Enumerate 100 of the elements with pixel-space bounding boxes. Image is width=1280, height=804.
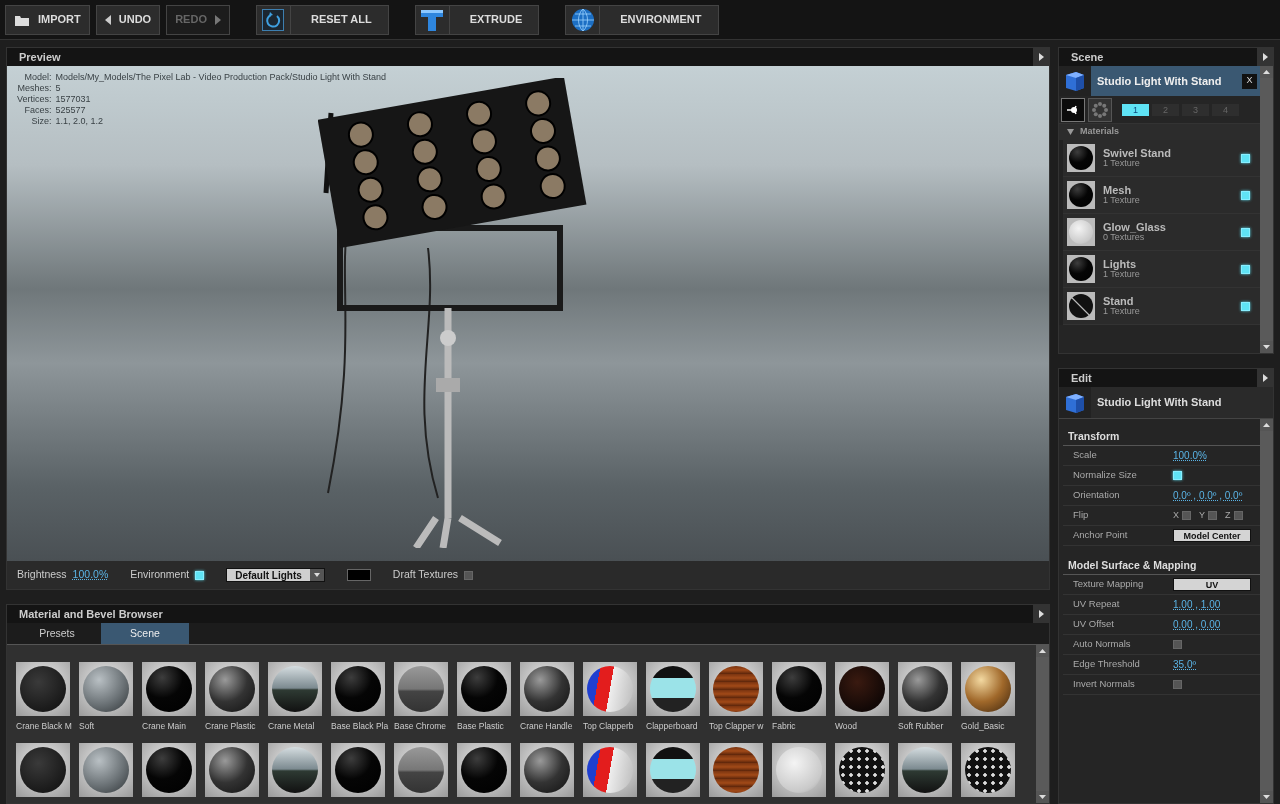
material-checkbox[interactable] <box>1241 264 1250 274</box>
value-link[interactable]: 100.0% <box>1173 448 1207 463</box>
environment-checkbox[interactable] <box>195 570 205 580</box>
material-thumbnail[interactable] <box>646 662 700 716</box>
toolbar-button[interactable]: ENVIRONMENT <box>565 4 719 35</box>
material-name: Base Plastic <box>457 720 505 733</box>
material-thumbnail[interactable] <box>583 742 637 797</box>
material-thumbnail[interactable] <box>205 662 259 716</box>
nodes-icon[interactable] <box>1061 97 1085 122</box>
material-swatch-icon <box>587 666 633 712</box>
property-checkbox[interactable] <box>1173 640 1182 649</box>
material-name: Clapperboard <box>646 720 699 733</box>
color-swatch[interactable] <box>346 569 371 581</box>
axis-label: Z <box>1225 508 1231 522</box>
material-thumbnail[interactable] <box>331 742 385 797</box>
material-thumbnail[interactable] <box>142 742 196 797</box>
material-name: Mesh <box>1103 185 1133 195</box>
material-thumbnail[interactable] <box>583 662 637 716</box>
scroll-down-icon[interactable] <box>1036 791 1049 803</box>
scroll-up-icon[interactable] <box>1260 419 1273 431</box>
info-label: Meshes: <box>17 83 52 94</box>
property-checkbox[interactable] <box>1173 680 1182 689</box>
viewport[interactable]: Model: Models/My_Models/The Pixel Lab - Video Production Pack/Studio Light With Stand Meshes: 5 Vertices: 1577031 Faces: 525577 Size: 1.1, 2.0, 1.2 <box>7 66 1049 561</box>
material-swatch-icon <box>524 666 570 712</box>
material-thumbnail[interactable] <box>331 662 385 716</box>
material-checkbox[interactable] <box>1241 227 1250 237</box>
toolbar-button[interactable]: IMPORT <box>5 4 90 35</box>
material-swatch-icon <box>902 666 948 712</box>
info-value: 1.1, 2.0, 1.2 <box>55 116 105 127</box>
axis-checkbox[interactable] <box>1233 511 1243 520</box>
material-thumbnail[interactable] <box>835 662 889 716</box>
material-checkbox[interactable] <box>1241 190 1250 200</box>
toolbar-button[interactable]: EXTRUDE <box>414 4 540 35</box>
axis-checkbox[interactable] <box>1182 511 1191 520</box>
material-thumbnail[interactable] <box>142 662 196 716</box>
toolbar-button[interactable]: UNDO <box>95 4 161 35</box>
browser-tab[interactable]: Scene <box>101 623 189 644</box>
material-thumbnail[interactable] <box>961 742 1015 797</box>
material-thumbnail[interactable] <box>394 742 448 797</box>
lights-dropdown[interactable]: Default Lights <box>226 568 325 582</box>
texture-count: 1 Texture <box>1103 195 1141 205</box>
material-thumbnail[interactable] <box>268 742 322 797</box>
brightness-value[interactable]: 100.0% <box>72 567 109 583</box>
scroll-up-icon[interactable] <box>1036 645 1049 657</box>
material-thumbnail[interactable] <box>898 662 952 716</box>
scrollbar[interactable] <box>1036 645 1049 803</box>
material-swatch-icon <box>1069 220 1093 244</box>
material-thumbnail[interactable] <box>79 662 133 716</box>
material-swatch-icon <box>398 666 444 712</box>
scroll-down-icon[interactable] <box>1260 791 1273 803</box>
axis-checkbox[interactable] <box>1208 511 1218 520</box>
property-button[interactable]: Model Center <box>1173 529 1251 542</box>
material-row[interactable]: Lights 1 Texture <box>1063 251 1260 288</box>
scrollbar[interactable] <box>1260 66 1273 353</box>
material-row[interactable]: Mesh 1 Texture <box>1063 177 1260 214</box>
material-thumbnail[interactable] <box>205 742 259 797</box>
material-name: Stand <box>1103 296 1135 306</box>
material-checkbox[interactable] <box>1241 301 1250 311</box>
value-link[interactable]: 1.00 , 1.00 <box>1173 597 1221 612</box>
environment-label: Environment <box>130 567 190 583</box>
material-thumbnail[interactable] <box>772 662 826 716</box>
material-thumbnail[interactable] <box>646 742 700 797</box>
material-thumbnail[interactable] <box>961 662 1015 716</box>
property-label: Invert Normals <box>1073 677 1136 692</box>
material-thumbnail[interactable] <box>394 662 448 716</box>
material-thumbnail[interactable] <box>835 742 889 797</box>
page-tab[interactable]: 1 <box>1122 103 1149 116</box>
material-thumbnail[interactable] <box>268 662 322 716</box>
material-row[interactable]: Stand 1 Texture <box>1063 288 1260 325</box>
toolbar-button[interactable]: RESET ALL <box>255 4 389 35</box>
material-thumbnail[interactable] <box>898 742 952 797</box>
materials-section-toggle[interactable]: Materials <box>1059 124 1260 140</box>
draft-textures-checkbox[interactable] <box>464 570 474 580</box>
value-link[interactable]: 0.00 , 0.00 <box>1173 617 1221 632</box>
close-button[interactable]: X <box>1242 73 1257 89</box>
value-link[interactable]: 0.0º , 0.0º , 0.0º <box>1173 488 1243 503</box>
material-thumbnail[interactable] <box>709 742 763 797</box>
material-thumbnail[interactable] <box>457 662 511 716</box>
material-swatch-icon <box>20 666 66 712</box>
info-value: 1577031 <box>55 94 92 105</box>
material-checkbox[interactable] <box>1241 153 1250 163</box>
scroll-up-icon[interactable] <box>1260 66 1273 78</box>
material-thumbnail[interactable] <box>772 742 826 797</box>
reset-icon <box>262 8 285 31</box>
material-swatch-icon <box>209 666 255 712</box>
material-thumbnail[interactable] <box>520 742 574 797</box>
scroll-down-icon[interactable] <box>1260 341 1273 353</box>
material-thumbnail[interactable] <box>457 742 511 797</box>
dots-ring-icon[interactable] <box>1088 97 1112 122</box>
scrollbar[interactable] <box>1260 419 1273 803</box>
material-row[interactable]: Swivel Stand 1 Texture <box>1063 140 1260 177</box>
material-row[interactable]: Glow_Glass 0 Textures <box>1063 214 1260 251</box>
globe-icon <box>570 7 595 32</box>
property-button[interactable]: UV <box>1173 578 1251 591</box>
material-thumbnail[interactable] <box>16 742 70 797</box>
material-thumbnail[interactable] <box>709 662 763 716</box>
material-thumbnail[interactable] <box>520 662 574 716</box>
material-thumbnail[interactable] <box>16 662 70 716</box>
value-link[interactable]: 35.0º <box>1173 657 1197 672</box>
material-thumbnail[interactable] <box>79 742 133 797</box>
